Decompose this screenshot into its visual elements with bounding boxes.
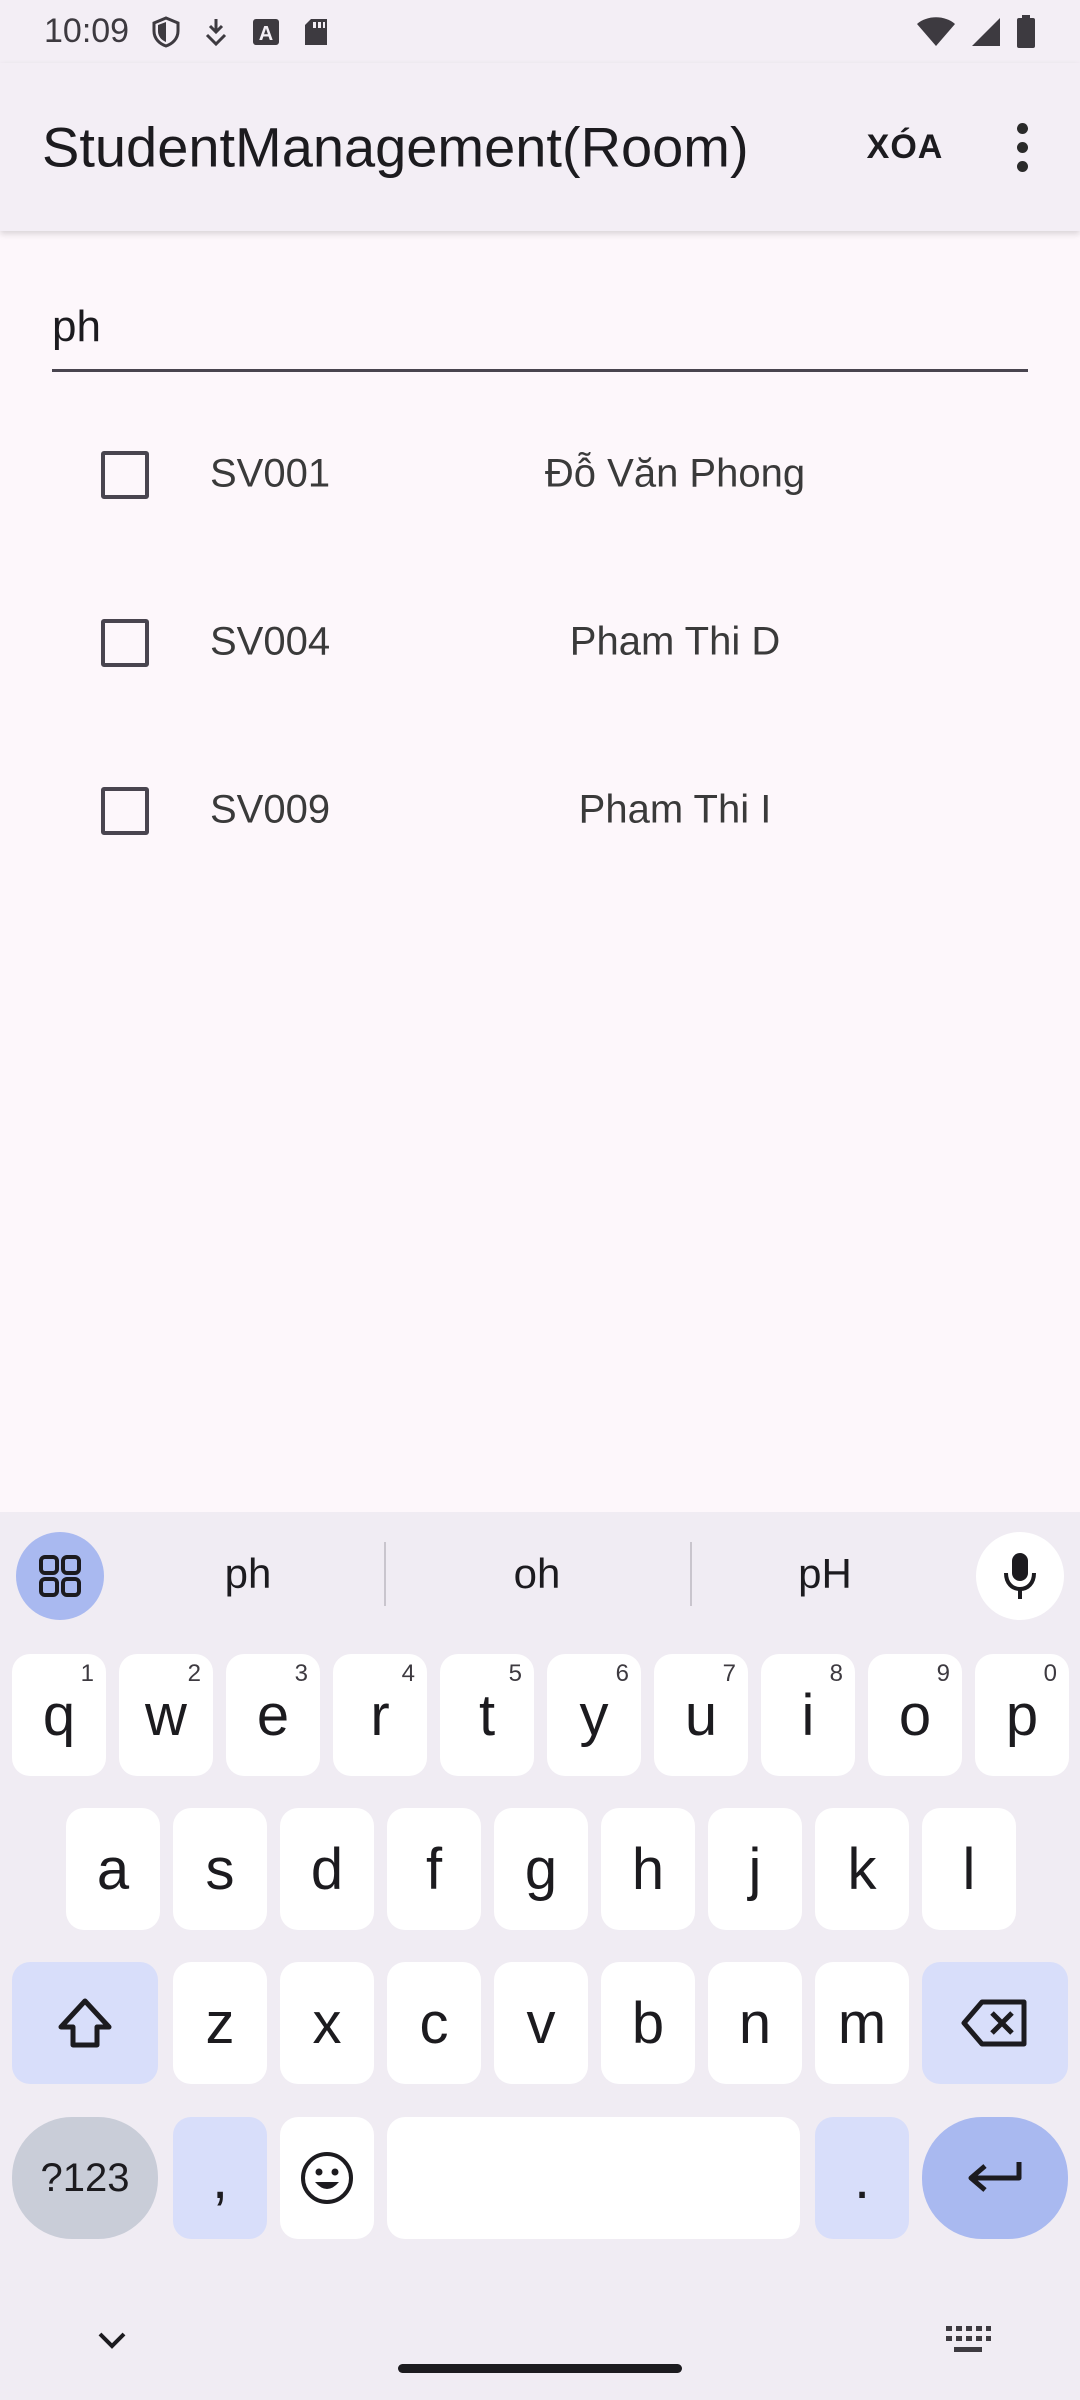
key-p[interactable]: p0 (975, 1654, 1069, 1776)
key-n[interactable]: n (708, 1962, 802, 2084)
signal-icon (970, 16, 1002, 48)
mic-icon[interactable] (976, 1532, 1064, 1620)
suggestion-item[interactable]: ph (148, 1542, 348, 1606)
key-hint: 6 (615, 1660, 629, 1687)
apps-grid-icon[interactable] (16, 1532, 104, 1620)
key-label: p (1005, 1682, 1039, 1748)
shift-icon (58, 1998, 112, 2048)
key-f[interactable]: f (387, 1808, 481, 1930)
key-x[interactable]: x (280, 1962, 374, 2084)
chevron-down-icon[interactable] (92, 2320, 132, 2360)
student-id: SV004 (210, 619, 331, 664)
search-input[interactable] (52, 292, 1028, 372)
comma-key[interactable]: , (173, 2117, 267, 2239)
suggestion-item[interactable]: pH (725, 1542, 925, 1606)
key-y[interactable]: y6 (547, 1654, 641, 1776)
key-d[interactable]: d (280, 1808, 374, 1930)
key-a[interactable]: a (66, 1808, 160, 1930)
student-id: SV001 (210, 451, 331, 496)
key-label: w (145, 1682, 187, 1748)
key-k[interactable]: k (815, 1808, 909, 1930)
status-bar: 10:09 A (0, 0, 1080, 63)
key-label: i (801, 1682, 815, 1748)
student-checkbox[interactable] (101, 619, 149, 667)
student-checkbox[interactable] (101, 451, 149, 499)
wifi-icon (916, 16, 956, 48)
key-i[interactable]: i8 (761, 1654, 855, 1776)
suggestion-divider (384, 1542, 386, 1606)
symbols-key[interactable]: ?123 (12, 2117, 158, 2239)
more-vert-icon[interactable] (990, 99, 1054, 195)
key-b[interactable]: b (601, 1962, 695, 2084)
key-label: o (898, 1682, 932, 1748)
list-item: SV004 Pham Thi D (0, 558, 1080, 726)
key-label: t (478, 1682, 496, 1748)
key-hint: 4 (401, 1660, 415, 1687)
navigation-bar (0, 2290, 1080, 2400)
key-hint: 7 (722, 1660, 736, 1687)
on-screen-keyboard: ph oh pH q1 w2 e3 r4 t5 y6 u7 i8 o9 p0 a… (0, 1512, 1080, 2400)
period-key[interactable]: . (815, 2117, 909, 2239)
shift-key[interactable] (12, 1962, 158, 2084)
key-label: q (42, 1682, 76, 1748)
student-id: SV009 (210, 787, 331, 832)
list-item: SV001 Đỗ Văn Phong (0, 390, 1080, 558)
backspace-icon (961, 1999, 1027, 2047)
suggestion-bar: ph oh pH (0, 1512, 1080, 1636)
student-name: Pham Thi D (569, 619, 781, 664)
delete-button[interactable]: XÓA (840, 99, 970, 195)
home-handle[interactable] (398, 2364, 682, 2373)
key-hint: 1 (80, 1660, 94, 1687)
key-hint: 8 (829, 1660, 843, 1687)
student-list: SV001 Đỗ Văn Phong SV004 Pham Thi D SV00… (0, 390, 1080, 894)
app-title: StudentManagement(Room) (42, 115, 749, 179)
suggestion-item[interactable]: oh (437, 1542, 637, 1606)
app-bar: StudentManagement(Room) XÓA (0, 63, 1080, 231)
key-m[interactable]: m (815, 1962, 909, 2084)
font-a-icon: A (251, 17, 281, 47)
key-h[interactable]: h (601, 1808, 695, 1930)
key-v[interactable]: v (494, 1962, 588, 2084)
key-o[interactable]: o9 (868, 1654, 962, 1776)
key-hint: 3 (294, 1660, 308, 1687)
battery-icon (1016, 14, 1036, 49)
emoji-icon (301, 2152, 353, 2204)
key-r[interactable]: r4 (333, 1654, 427, 1776)
key-hint: 0 (1043, 1660, 1057, 1687)
key-label: e (256, 1682, 290, 1748)
key-j[interactable]: j (708, 1808, 802, 1930)
key-c[interactable]: c (387, 1962, 481, 2084)
key-s[interactable]: s (173, 1808, 267, 1930)
key-hint: 5 (508, 1660, 522, 1687)
backspace-key[interactable] (922, 1962, 1068, 2084)
space-key[interactable] (387, 2117, 800, 2239)
key-hint: 2 (187, 1660, 201, 1687)
key-label: y (579, 1682, 609, 1748)
key-e[interactable]: e3 (226, 1654, 320, 1776)
key-g[interactable]: g (494, 1808, 588, 1930)
key-t[interactable]: t5 (440, 1654, 534, 1776)
key-u[interactable]: u7 (654, 1654, 748, 1776)
emoji-key[interactable] (280, 2117, 374, 2239)
key-hint: 9 (936, 1660, 950, 1687)
key-z[interactable]: z (173, 1962, 267, 2084)
key-q[interactable]: q1 (12, 1654, 106, 1776)
student-checkbox[interactable] (101, 787, 149, 835)
suggestion-divider (690, 1542, 692, 1606)
key-l[interactable]: l (922, 1808, 1016, 1930)
list-item: SV009 Pham Thi I (0, 726, 1080, 894)
shield-icon (151, 15, 181, 48)
status-time: 10:09 (44, 12, 130, 50)
key-label: r (370, 1682, 390, 1748)
student-name: Đỗ Văn Phong (544, 451, 806, 496)
student-name: Pham Thi I (578, 787, 772, 832)
key-w[interactable]: w2 (119, 1654, 213, 1776)
enter-icon (968, 2162, 1022, 2192)
download-icon (203, 17, 229, 47)
svg-text:A: A (259, 23, 273, 45)
enter-key[interactable] (922, 2117, 1068, 2239)
key-label: u (684, 1682, 718, 1748)
sd-card-icon (303, 17, 329, 47)
keyboard-icon[interactable] (944, 2322, 992, 2358)
